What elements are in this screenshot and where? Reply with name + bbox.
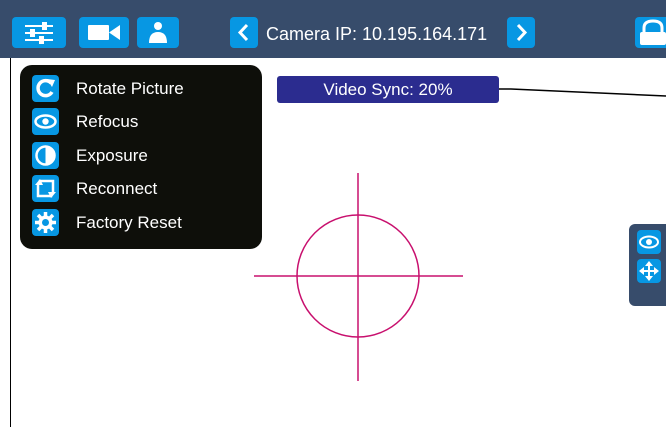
menu-item-factory-reset[interactable]: Factory Reset (32, 208, 257, 238)
eye-icon (32, 108, 59, 135)
menu-item-label: Factory Reset (76, 213, 182, 232)
menu-item-label: Refocus (76, 112, 139, 131)
gear-icon (32, 209, 59, 236)
reconnect-icon (32, 175, 59, 202)
menu-item-rotate-picture[interactable]: Rotate Picture (32, 74, 257, 104)
move-arrows-icon (639, 261, 659, 281)
menu-item-refocus[interactable]: Refocus (32, 107, 257, 137)
menu-item-label: Rotate Picture (76, 79, 184, 98)
rotate-icon (32, 75, 59, 102)
half-circle-icon (32, 142, 59, 169)
menu-item-reconnect[interactable]: Reconnect (32, 174, 257, 204)
video-sync-badge: Video Sync: 20% (277, 76, 499, 103)
menu-item-exposure[interactable]: Exposure (32, 141, 257, 171)
side-refocus-button[interactable] (637, 230, 661, 254)
crosshair (254, 173, 463, 381)
side-move-button[interactable] (637, 259, 661, 283)
eye-icon (639, 235, 659, 249)
context-menu: Rotate Picture Refocus Exposure Reconnec… (20, 65, 262, 249)
menu-item-label: Exposure (76, 146, 148, 165)
menu-item-label: Reconnect (76, 179, 158, 198)
side-tool-panel (629, 224, 666, 306)
sync-connector-line (499, 88, 666, 97)
